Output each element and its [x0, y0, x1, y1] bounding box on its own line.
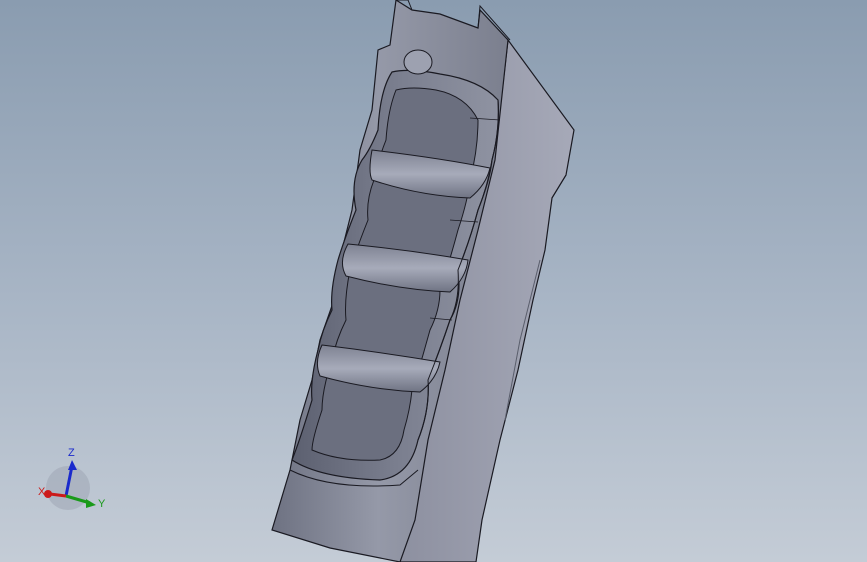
graphics-viewport[interactable]: Z Y X — [0, 0, 867, 562]
triad-x-axis — [49, 492, 67, 498]
triad-x-label: X — [38, 486, 46, 498]
triad-y-arrowhead — [86, 499, 96, 508]
triad-z-label: Z — [68, 447, 75, 459]
triad-y-label: Y — [98, 498, 106, 510]
top-nub — [403, 49, 433, 75]
model-canvas[interactable]: Z Y X — [0, 0, 867, 562]
orientation-triad[interactable]: Z Y X — [38, 447, 106, 510]
triad-z-arrowhead — [68, 460, 77, 470]
